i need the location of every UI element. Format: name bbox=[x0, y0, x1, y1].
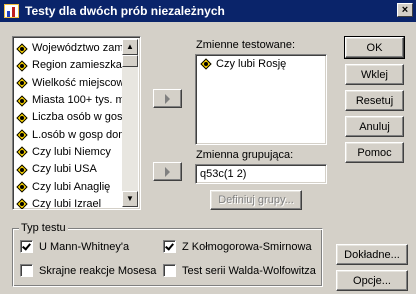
scale-variable-icon bbox=[16, 60, 28, 72]
grouping-variable-label: Zmienna grupująca: bbox=[196, 149, 294, 161]
variable-list-item[interactable]: Województwo zam bbox=[16, 40, 124, 57]
variable-name: Czy lubi Anaglię bbox=[32, 180, 111, 193]
scale-variable-icon bbox=[16, 42, 28, 55]
variable-name: Województwo zam bbox=[32, 42, 124, 55]
mann-whitney-checkbox[interactable]: U Mann-Whitney'a bbox=[20, 240, 129, 253]
variable-list-item[interactable]: Liczba osób w gosp bbox=[16, 109, 124, 126]
test-variables-list[interactable]: Czy lubi Rosję bbox=[195, 54, 327, 145]
app-icon bbox=[4, 4, 19, 18]
exact-button[interactable]: Dokładne... bbox=[336, 244, 408, 265]
variable-list-item[interactable]: Region zamieszkan bbox=[16, 57, 124, 74]
checkbox-box bbox=[20, 264, 33, 277]
scale-variable-icon bbox=[16, 198, 28, 209]
scale-variable-icon bbox=[200, 58, 212, 70]
arrow-right-icon bbox=[165, 167, 170, 177]
scale-variable-icon bbox=[16, 181, 28, 193]
variable-list-item[interactable]: Czy lubi Izrael bbox=[16, 196, 124, 210]
variable-name: Czy lubi Izrael bbox=[32, 197, 102, 210]
scale-variable-icon bbox=[16, 112, 28, 124]
variable-items: Województwo zam Region zamieszkan Wielkość… bbox=[16, 40, 124, 210]
variable-name: Region zamieszkan bbox=[32, 59, 124, 72]
help-button[interactable]: Pomoc bbox=[345, 142, 404, 163]
scroll-thumb[interactable] bbox=[122, 55, 138, 67]
variable-name: Czy lubi Niemcy bbox=[32, 145, 111, 158]
test-type-label: Typ testu bbox=[19, 222, 68, 234]
arrow-right-icon bbox=[165, 94, 170, 104]
checkbox-box bbox=[163, 264, 176, 277]
test-variable-item[interactable]: Czy lubi Rosję bbox=[200, 58, 286, 70]
scroll-up-button[interactable]: ▲ bbox=[122, 39, 138, 55]
variable-name: Wielkość miejscow bbox=[32, 76, 124, 89]
test-variables-label: Zmienne testowane: bbox=[196, 39, 296, 51]
checkbox-box bbox=[20, 240, 33, 253]
test-type-group bbox=[12, 228, 323, 287]
checkbox-box bbox=[163, 240, 176, 253]
variable-list-item[interactable]: Wielkość miejscow bbox=[16, 75, 124, 92]
scale-variable-icon bbox=[16, 164, 28, 176]
kolmogorov-smirnov-checkbox[interactable]: Z Kołmogorowa-Smirnowa bbox=[163, 240, 312, 253]
grouping-variable-field[interactable]: q53c(1 2) bbox=[195, 164, 327, 184]
variable-name: Liczba osób w gosp bbox=[32, 111, 124, 124]
cancel-button[interactable]: Anuluj bbox=[345, 116, 404, 137]
variable-list-item[interactable]: Czy lubi Anaglię bbox=[16, 178, 124, 195]
moses-checkbox[interactable]: Skrajne reakcje Mosesa bbox=[20, 264, 156, 277]
variable-name: Czy lubi USA bbox=[32, 163, 97, 176]
scale-variable-icon bbox=[16, 94, 28, 107]
scale-variable-icon bbox=[16, 146, 28, 159]
paste-button[interactable]: Wklej bbox=[345, 64, 404, 85]
ok-button[interactable]: OK bbox=[344, 36, 405, 59]
window-title: Testy dla dwóch prób niezależnych bbox=[25, 4, 225, 18]
move-to-grouping-button[interactable] bbox=[153, 162, 182, 181]
reset-button[interactable]: Resetuj bbox=[345, 90, 404, 111]
variable-list-scrollbar[interactable]: ▲ ▼ bbox=[122, 39, 138, 207]
scroll-down-button[interactable]: ▼ bbox=[122, 191, 138, 207]
variable-name: Miasta 100+ tys. mi bbox=[32, 94, 124, 107]
variable-name: L.osób w gosp dom bbox=[32, 128, 124, 141]
close-button[interactable]: × bbox=[397, 3, 413, 17]
variable-list-item[interactable]: Czy lubi Niemcy bbox=[16, 144, 124, 161]
define-groups-button[interactable]: Definiuj grupy... bbox=[210, 190, 302, 210]
move-to-test-button[interactable] bbox=[153, 89, 182, 108]
wald-wolfowitz-checkbox[interactable]: Test serii Walda-Wolfowitza bbox=[163, 264, 316, 277]
source-variable-list[interactable]: Województwo zam Region zamieszkan Wielkość… bbox=[12, 36, 141, 210]
variable-list-item[interactable]: Miasta 100+ tys. mi bbox=[16, 92, 124, 109]
scale-variable-icon bbox=[16, 77, 28, 89]
options-button[interactable]: Opcje... bbox=[336, 270, 408, 291]
scale-variable-icon bbox=[16, 129, 28, 141]
variable-list-item[interactable]: Czy lubi USA bbox=[16, 161, 124, 178]
variable-list-item[interactable]: L.osób w gosp dom bbox=[16, 126, 124, 143]
title-bar: Testy dla dwóch prób niezależnych × bbox=[0, 0, 416, 22]
